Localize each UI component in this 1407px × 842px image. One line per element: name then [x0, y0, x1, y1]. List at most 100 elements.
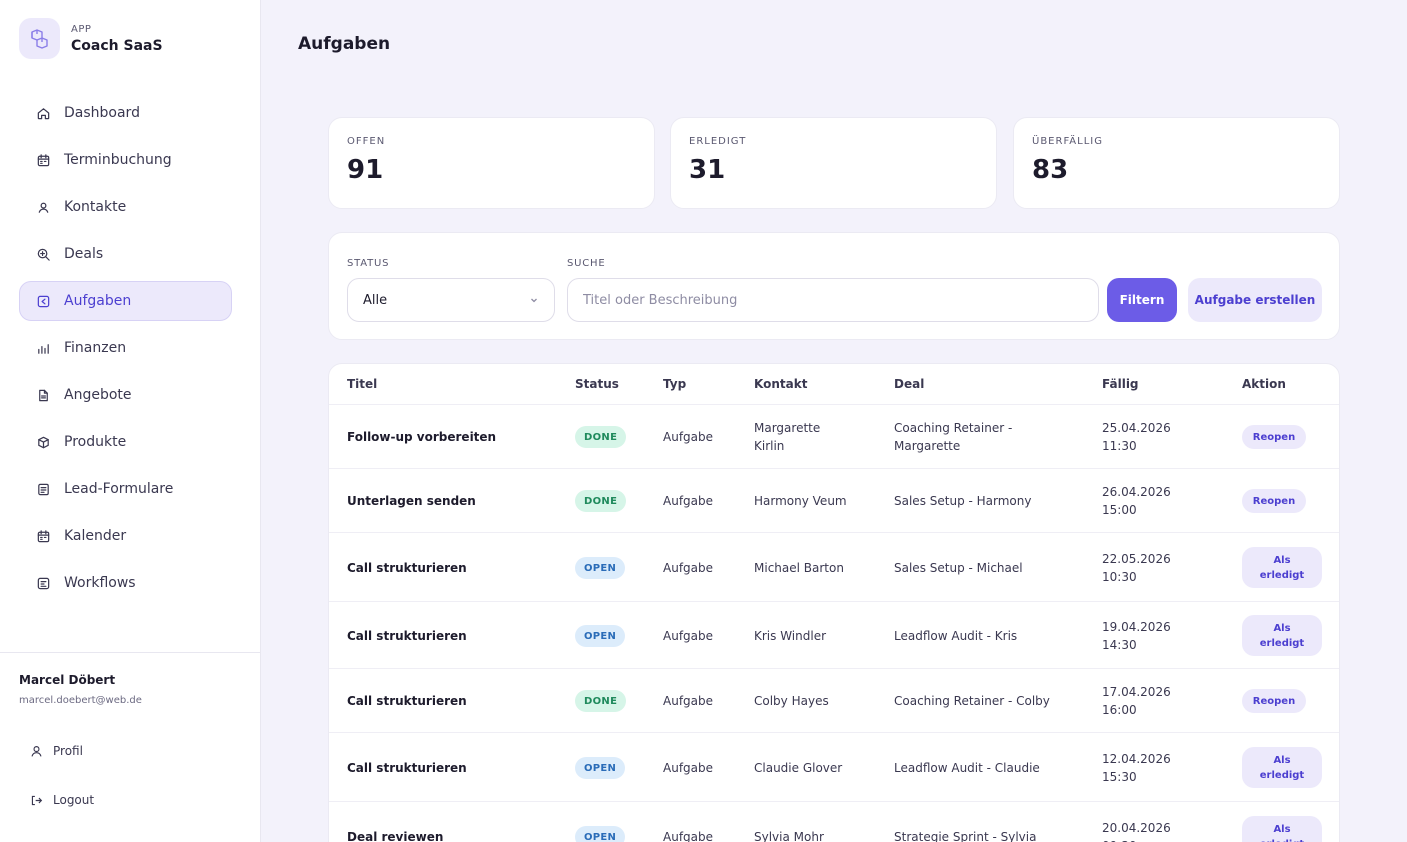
task-due: 26.04.2026 15:00	[1102, 483, 1171, 519]
column-header[interactable]: Aktion	[1242, 377, 1286, 391]
task-deal[interactable]: Leadflow Audit - Kris	[894, 627, 1084, 645]
due-date: 17.04.2026	[1102, 685, 1171, 699]
status-badge: DONE	[575, 490, 627, 512]
task-type: Aufgabe	[663, 694, 714, 708]
column-header[interactable]: Typ	[663, 377, 686, 391]
column-header[interactable]: Deal	[894, 377, 924, 391]
task-title[interactable]: Follow-up vorbereiten	[347, 428, 496, 446]
status-label: STATUS	[347, 258, 390, 269]
task-contact[interactable]: Michael Barton	[754, 559, 884, 577]
table-row[interactable]: Call strukturieren DONE Aufgabe Colby Hayes…	[329, 669, 1339, 733]
sidebar-item-terminbuchung[interactable]: Terminbuchung	[19, 140, 232, 180]
document-icon	[35, 387, 51, 403]
task-contact[interactable]: Margarette Kirlin	[754, 419, 846, 455]
sidebar-item-lead-formulare[interactable]: Lead-Formulare	[19, 469, 232, 509]
sidebar-item-aufgaben[interactable]: Aufgaben	[19, 281, 232, 321]
sidebar-item-label: Deals	[64, 246, 104, 262]
sidebar-item-label: Aufgaben	[64, 293, 132, 309]
table-row[interactable]: Call strukturieren OPEN Aufgabe Michael Bar…	[329, 533, 1339, 602]
task-deal[interactable]: Sales Setup - Michael	[894, 559, 1084, 577]
mark-done-button[interactable]: Als erledigt	[1242, 747, 1322, 788]
mark-done-button[interactable]: Als erledigt	[1242, 547, 1322, 588]
task-due: 20.04.2026 09:30	[1102, 819, 1171, 842]
tasks-table: Titel Status Typ Kontakt Deal Fällig Aktion Fo…	[328, 363, 1340, 842]
search-label: SUCHE	[567, 258, 606, 269]
sidebar-item-kalender[interactable]: Kalender	[19, 516, 232, 556]
task-due: 22.05.2026 10:30	[1102, 550, 1171, 586]
sidebar-item-kontakte[interactable]: Kontakte	[19, 187, 232, 227]
stat-label: ERLEDIGT	[689, 136, 747, 147]
sidebar-item-label: Kontakte	[64, 199, 127, 215]
task-deal[interactable]: Sales Setup - Harmony	[894, 492, 1084, 510]
task-title[interactable]: Call strukturieren	[347, 627, 467, 645]
status-select[interactable]: Alle	[347, 278, 555, 322]
table-row[interactable]: Call strukturieren OPEN Aufgabe Kris Windle…	[329, 602, 1339, 669]
sidebar-item-dashboard[interactable]: Dashboard	[19, 93, 232, 133]
task-icon	[35, 293, 51, 309]
user-email: marcel.doebert@web.de	[19, 695, 142, 706]
column-header[interactable]: Fällig	[1102, 377, 1139, 391]
task-contact[interactable]: Claudie Glover	[754, 759, 884, 777]
brand[interactable]: APP Coach SaaS	[19, 18, 163, 59]
filter-card: STATUS SUCHE Alle Filtern Aufgabe erstel…	[328, 232, 1340, 340]
profile-link[interactable]: Profil	[30, 744, 83, 758]
task-deal[interactable]: Coaching Retainer - Colby	[894, 692, 1084, 710]
mark-done-button[interactable]: Als erledigt	[1242, 615, 1322, 656]
task-title[interactable]: Deal reviewen	[347, 828, 443, 842]
reopen-button[interactable]: Reopen	[1242, 689, 1306, 713]
task-contact[interactable]: Colby Hayes	[754, 692, 884, 710]
mark-done-button[interactable]: Als erledigt	[1242, 816, 1322, 842]
filter-button[interactable]: Filtern	[1107, 278, 1177, 322]
column-header[interactable]: Kontakt	[754, 377, 807, 391]
task-title[interactable]: Call strukturieren	[347, 692, 467, 710]
task-type: Aufgabe	[663, 761, 714, 775]
chevron-down-icon	[531, 298, 537, 303]
create-task-button[interactable]: Aufgabe erstellen	[1188, 278, 1322, 322]
reopen-button[interactable]: Reopen	[1242, 489, 1306, 513]
sidebar-item-finanzen[interactable]: Finanzen	[19, 328, 232, 368]
task-deal[interactable]: Strategie Sprint - Sylvia	[894, 828, 1084, 842]
reopen-button[interactable]: Reopen	[1242, 425, 1306, 449]
task-contact[interactable]: Kris Windler	[754, 627, 884, 645]
table-row[interactable]: Unterlagen senden DONE Aufgabe Harmony Veum…	[329, 469, 1339, 533]
stat-value: 83	[1032, 155, 1069, 185]
task-due: 17.04.2026 16:00	[1102, 683, 1171, 719]
search-plus-icon	[35, 246, 51, 262]
sidebar-item-label: Kalender	[64, 528, 127, 544]
sidebar-item-deals[interactable]: Deals	[19, 234, 232, 274]
task-title[interactable]: Unterlagen senden	[347, 492, 476, 510]
task-due: 12.04.2026 15:30	[1102, 750, 1171, 786]
task-contact[interactable]: Harmony Veum	[754, 492, 884, 510]
task-title[interactable]: Call strukturieren	[347, 759, 467, 777]
sidebar-item-workflows[interactable]: Workflows	[19, 563, 232, 603]
status-badge: DONE	[575, 426, 627, 448]
table-header: Titel Status Typ Kontakt Deal Fällig Aktion	[329, 364, 1339, 405]
table-row[interactable]: Follow-up vorbereiten DONE Aufgabe Margaret…	[329, 405, 1339, 469]
task-contact[interactable]: Sylvia Mohr	[754, 828, 884, 842]
sidebar-item-angebote[interactable]: Angebote	[19, 375, 232, 415]
calendar-icon	[35, 528, 51, 544]
due-date: 20.04.2026	[1102, 821, 1171, 835]
due-time: 11:30	[1102, 439, 1137, 453]
due-date: 22.05.2026	[1102, 552, 1171, 566]
task-deal[interactable]: Leadflow Audit - Claudie	[894, 759, 1084, 777]
table-row[interactable]: Call strukturieren OPEN Aufgabe Claudie Glo…	[329, 733, 1339, 802]
task-title[interactable]: Call strukturieren	[347, 559, 467, 577]
column-header[interactable]: Titel	[347, 377, 377, 391]
bar-chart-icon	[35, 340, 51, 356]
logout-link[interactable]: Logout	[30, 793, 94, 807]
task-deal[interactable]: Coaching Retainer - Margarette	[894, 419, 1034, 455]
table-row[interactable]: Deal reviewen OPEN Aufgabe Sylvia Mohr Strat…	[329, 802, 1339, 842]
logo-icon	[19, 18, 60, 59]
profile-link-label: Profil	[53, 744, 83, 758]
sidebar-item-produkte[interactable]: Produkte	[19, 422, 232, 462]
stat-card-offen: OFFEN 91	[328, 117, 655, 209]
task-type: Aufgabe	[663, 430, 714, 444]
brand-title: Coach SaaS	[71, 37, 163, 54]
search-input[interactable]	[567, 278, 1099, 322]
status-badge: OPEN	[575, 826, 626, 842]
stat-value: 31	[689, 155, 726, 185]
column-header[interactable]: Status	[575, 377, 619, 391]
due-time: 15:00	[1102, 503, 1137, 517]
page-title: Aufgaben	[298, 34, 391, 54]
